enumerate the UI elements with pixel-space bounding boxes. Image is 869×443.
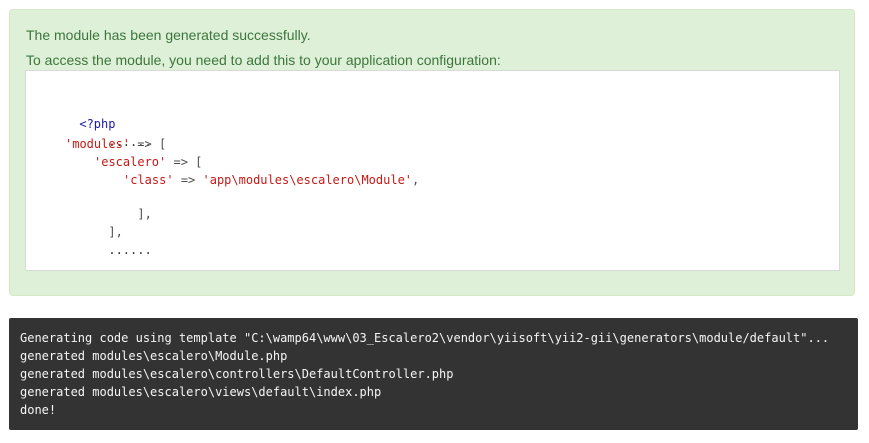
console-line-module: generated modules\escalero\Module.php	[20, 349, 288, 363]
class-value: 'app\modules\escalero\Module'	[202, 173, 413, 187]
class-key: 'class'	[123, 173, 174, 187]
ellipsis-bottom: ......	[108, 243, 152, 257]
arrow-operator: =>	[137, 137, 152, 151]
configuration-instructions: To access the module, you need to add th…	[26, 52, 501, 68]
code-line-4: 'escalero' => [	[94, 154, 202, 170]
open-bracket: [	[195, 155, 203, 169]
console-line-template: Generating code using template "C:\wamp6…	[20, 331, 830, 345]
code-line-5: 'class' => 'app\modules\escalero\Module'…	[123, 172, 419, 188]
close-inner-bracket: ],	[137, 207, 152, 221]
success-alert: The module has been generated successful…	[9, 9, 855, 296]
comma: ,	[412, 173, 420, 187]
code-line-3: 'modules' => [	[65, 136, 166, 152]
module-id-key: 'escalero'	[94, 155, 167, 169]
arrow-operator: =>	[173, 155, 188, 169]
modules-key: 'modules'	[65, 137, 131, 151]
code-line-8: ......	[65, 226, 152, 274]
console-line-view: generated modules\escalero\views\default…	[20, 385, 382, 399]
success-message: The module has been generated successful…	[26, 27, 311, 43]
open-bracket: [	[158, 137, 167, 151]
config-code-block: <?php ...... 'modules' => [ 'escalero' =…	[25, 70, 840, 271]
console-line-done: done!	[20, 403, 57, 417]
arrow-operator: =>	[180, 173, 196, 187]
console-line-controller: generated modules\escalero\controllers\D…	[20, 367, 454, 381]
generation-console-output: Generating code using template "C:\wamp6…	[9, 318, 858, 430]
